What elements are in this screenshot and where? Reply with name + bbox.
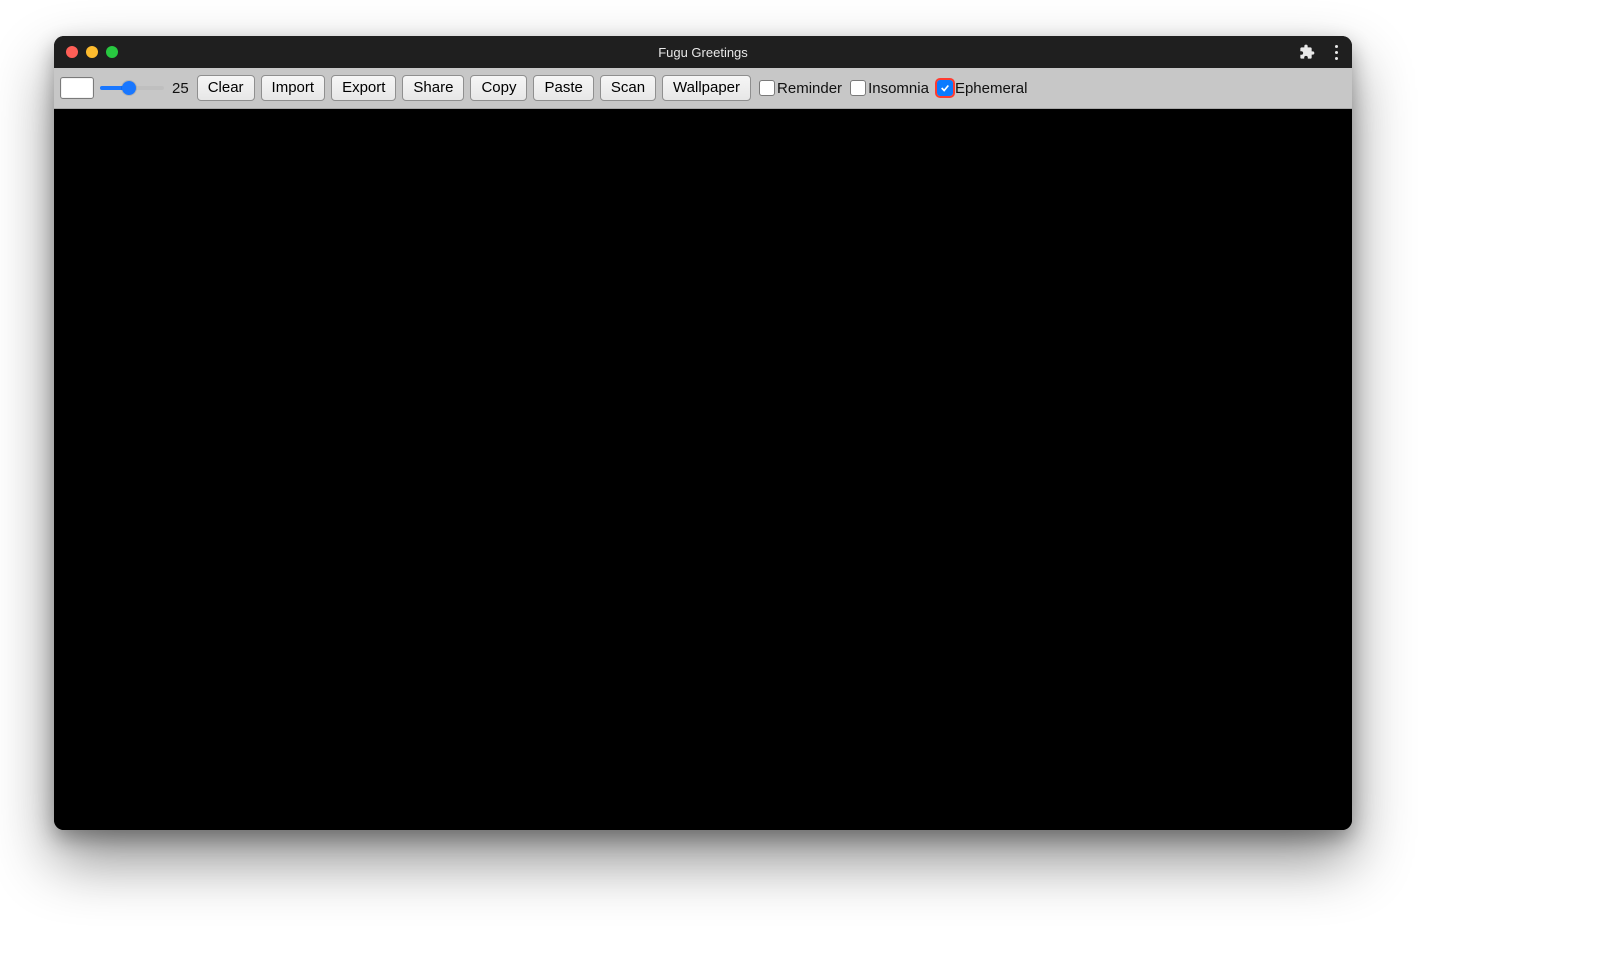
more-menu-icon[interactable] — [1329, 41, 1344, 64]
reminder-checkbox[interactable] — [759, 80, 775, 96]
share-button[interactable]: Share — [402, 75, 464, 101]
copy-button[interactable]: Copy — [470, 75, 527, 101]
app-window: Fugu Greetings 25 Clear — [54, 36, 1352, 830]
insomnia-checkbox[interactable] — [850, 80, 866, 96]
export-button[interactable]: Export — [331, 75, 396, 101]
import-button[interactable]: Import — [261, 75, 326, 101]
drawing-canvas[interactable] — [54, 109, 1352, 830]
paste-button[interactable]: Paste — [533, 75, 593, 101]
wallpaper-button[interactable]: Wallpaper — [662, 75, 751, 101]
brush-size-slider[interactable] — [100, 79, 164, 97]
minimize-window-button[interactable] — [86, 46, 98, 58]
window-title: Fugu Greetings — [54, 45, 1352, 60]
ephemeral-label: Ephemeral — [955, 80, 1028, 97]
ephemeral-checkbox[interactable] — [937, 80, 953, 96]
close-window-button[interactable] — [66, 46, 78, 58]
window-controls — [66, 46, 118, 58]
zoom-window-button[interactable] — [106, 46, 118, 58]
brush-size-value: 25 — [172, 80, 189, 97]
toolbar: 25 Clear Import Export Share Copy Paste … — [54, 68, 1352, 109]
reminder-label: Reminder — [777, 80, 842, 97]
extensions-icon[interactable] — [1299, 44, 1315, 60]
scan-button[interactable]: Scan — [600, 75, 656, 101]
insomnia-label: Insomnia — [868, 80, 929, 97]
color-swatch[interactable] — [60, 77, 94, 99]
clear-button[interactable]: Clear — [197, 75, 255, 101]
titlebar: Fugu Greetings — [54, 36, 1352, 68]
